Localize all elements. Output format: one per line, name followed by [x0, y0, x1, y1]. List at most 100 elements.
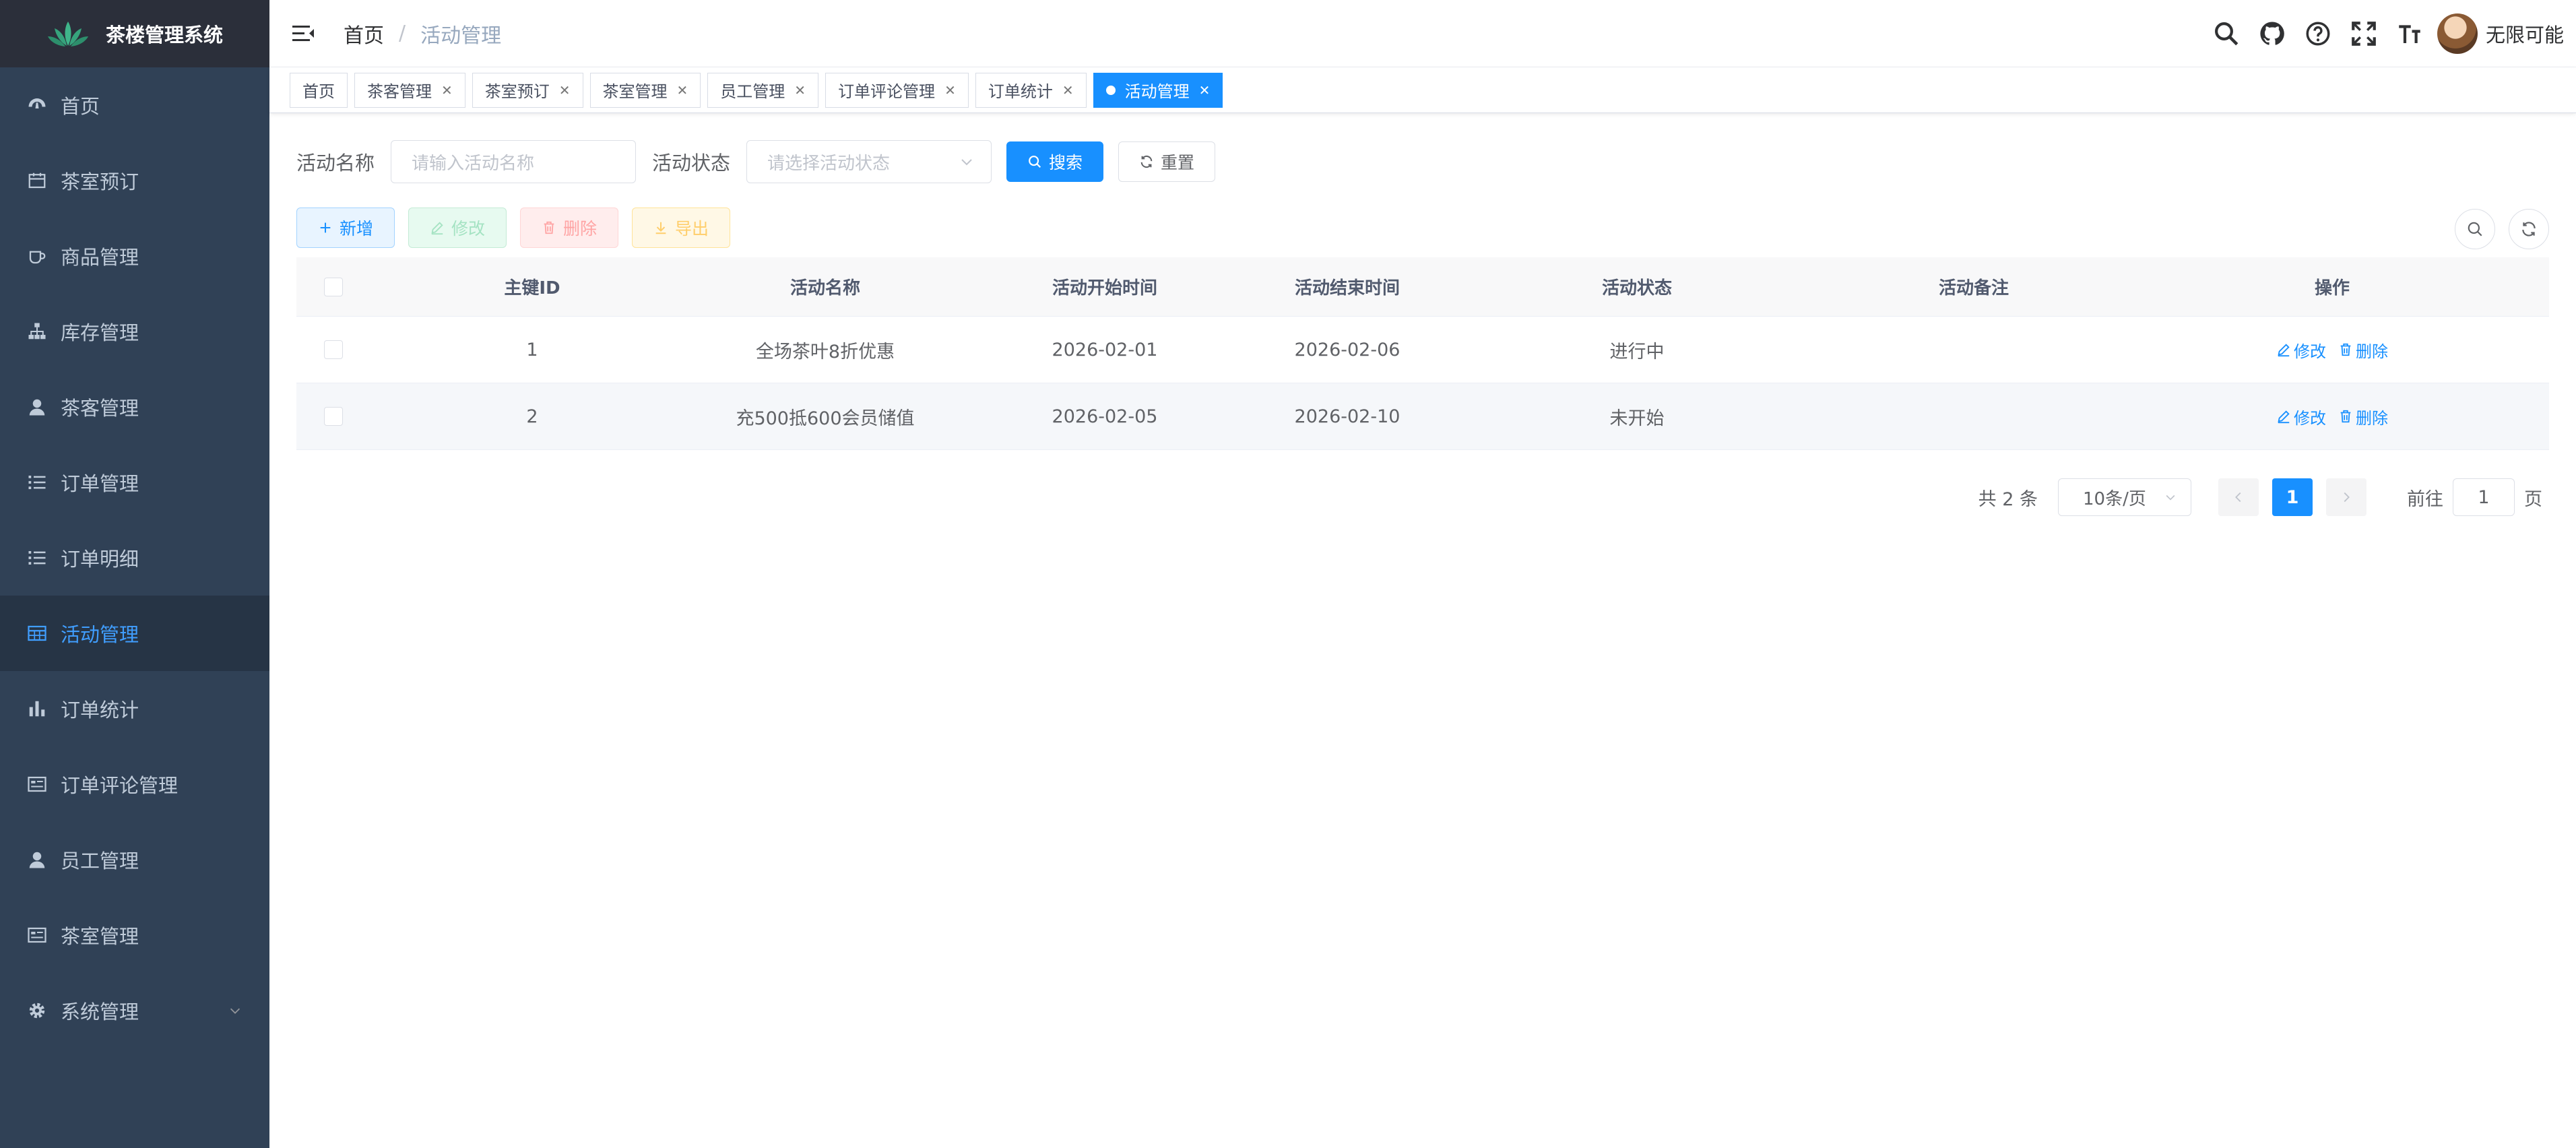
- goto-label: 前往: [2407, 488, 2443, 510]
- search-button[interactable]: 搜索: [1006, 141, 1104, 182]
- sidebar-item-label: 活动管理: [61, 623, 139, 646]
- add-button[interactable]: 新增: [296, 208, 395, 248]
- close-icon[interactable]: ✕: [1199, 82, 1211, 98]
- sidebar-item-order-details[interactable]: 订单明细: [0, 520, 269, 596]
- row-edit-link[interactable]: 修改: [2276, 338, 2326, 362]
- tag-label: 员工管理: [720, 82, 785, 101]
- refresh-icon: [1140, 155, 1153, 168]
- tag-staff[interactable]: 员工管理 ✕: [707, 72, 819, 108]
- tag-home[interactable]: 首页: [290, 72, 348, 108]
- sidebar-item-system[interactable]: 系统管理: [0, 973, 269, 1048]
- close-icon[interactable]: ✕: [441, 82, 453, 98]
- edit-button-label: 修改: [451, 219, 485, 238]
- sidebar-item-home[interactable]: 首页: [0, 67, 269, 143]
- font-size-icon[interactable]: [2395, 20, 2424, 48]
- sidebar-item-orders[interactable]: 订单管理: [0, 445, 269, 520]
- breadcrumb-home[interactable]: 首页: [344, 19, 384, 49]
- activity-status-select[interactable]: 请选择活动状态: [746, 140, 992, 183]
- activity-table: 主键ID 活动名称 活动开始时间 活动结束时间 活动状态 活动备注 操作 1 全…: [296, 257, 2549, 450]
- delete-button[interactable]: 删除: [520, 208, 618, 248]
- tag-order-stats[interactable]: 订单统计 ✕: [975, 72, 1087, 108]
- tag-room-booking[interactable]: 茶室预订 ✕: [472, 72, 583, 108]
- page-number-current[interactable]: 1: [2272, 478, 2313, 516]
- close-icon[interactable]: ✕: [944, 82, 956, 98]
- sidebar-item-room-booking[interactable]: 茶室预订: [0, 143, 269, 218]
- select-all-checkbox[interactable]: [324, 277, 343, 296]
- close-icon[interactable]: ✕: [794, 82, 806, 98]
- fullscreen-icon[interactable]: [2350, 20, 2378, 48]
- sidebar-item-label: 茶室预订: [61, 170, 139, 193]
- tag-activities[interactable]: 活动管理 ✕: [1093, 72, 1223, 108]
- tag-label: 首页: [302, 82, 335, 101]
- chevron-down-icon: [961, 159, 972, 166]
- activity-name-input[interactable]: 请输入活动名称: [391, 140, 637, 183]
- reset-button[interactable]: 重置: [1118, 141, 1216, 182]
- row-delete-link[interactable]: 删除: [2338, 405, 2388, 428]
- tag-customers[interactable]: 茶客管理 ✕: [354, 72, 465, 108]
- goto-page-input[interactable]: 1: [2453, 478, 2515, 516]
- search-button-label: 搜索: [1049, 153, 1083, 172]
- row-delete-label: 删除: [2356, 342, 2388, 361]
- refresh-button[interactable]: [2509, 209, 2549, 249]
- sidebar-item-activities[interactable]: 活动管理: [0, 596, 269, 671]
- close-icon[interactable]: ✕: [559, 82, 571, 98]
- trash-icon: [544, 221, 554, 234]
- trash-icon: [2340, 343, 2351, 356]
- sidebar-item-inventory[interactable]: 库存管理: [0, 294, 269, 369]
- edit-button[interactable]: 修改: [408, 208, 507, 248]
- gear-icon: [27, 1000, 47, 1021]
- search-icon[interactable]: [2212, 20, 2241, 48]
- chevron-down-icon: [230, 1008, 240, 1014]
- close-icon[interactable]: ✕: [1062, 82, 1074, 98]
- export-button[interactable]: 导出: [632, 208, 730, 248]
- page-size-value: 10条/页: [2083, 488, 2146, 509]
- sidebar-item-order-comments[interactable]: 订单评论管理: [0, 746, 269, 822]
- cell-id: 1: [526, 339, 538, 360]
- download-icon: [655, 222, 666, 234]
- user-name[interactable]: 无限可能: [2486, 20, 2564, 48]
- sidebar-logo[interactable]: 茶楼管理系统: [0, 0, 269, 67]
- avatar[interactable]: [2437, 13, 2478, 54]
- hamburger-icon[interactable]: [290, 20, 317, 47]
- column-header-status: 活动状态: [1601, 278, 1672, 298]
- row-checkbox[interactable]: [324, 407, 343, 426]
- tag-label: 订单评论管理: [838, 82, 936, 101]
- close-icon[interactable]: ✕: [677, 82, 688, 98]
- sidebar-item-label: 订单明细: [61, 548, 139, 571]
- goto-page-value: 1: [2478, 486, 2490, 508]
- calendar-icon: [27, 170, 47, 191]
- select-all-cell: [296, 277, 371, 296]
- cell-status: 未开始: [1609, 408, 1665, 429]
- column-header-remark: 活动备注: [1938, 278, 2009, 298]
- tag-order-comments[interactable]: 订单评论管理 ✕: [825, 72, 969, 108]
- sidebar-item-customers[interactable]: 茶客管理: [0, 369, 269, 445]
- tag-label: 茶客管理: [367, 82, 432, 101]
- row-delete-link[interactable]: 删除: [2338, 338, 2388, 362]
- row-edit-link[interactable]: 修改: [2276, 405, 2326, 428]
- table-row: 2 充500抵600会员储值 2026-02-05 2026-02-10 未开始…: [296, 383, 2549, 450]
- cell-end: 2026-02-06: [1294, 339, 1400, 360]
- github-icon[interactable]: [2258, 20, 2286, 48]
- app-title: 茶楼管理系统: [105, 24, 223, 46]
- sidebar-item-order-stats[interactable]: 订单统计: [0, 671, 269, 746]
- page-size-select[interactable]: 10条/页: [2058, 478, 2191, 516]
- sidebar-item-staff[interactable]: 员工管理: [0, 822, 269, 897]
- sidebar-item-label: 茶客管理: [61, 397, 139, 420]
- tag-rooms[interactable]: 茶室管理 ✕: [589, 72, 701, 108]
- cell-name: 充500抵600会员储值: [736, 408, 915, 429]
- page-suffix-label: 页: [2524, 488, 2542, 510]
- toggle-search-button[interactable]: [2455, 209, 2495, 249]
- breadcrumb-separator: /: [399, 22, 406, 45]
- tag-label: 茶室管理: [602, 82, 668, 101]
- next-page-button[interactable]: [2326, 478, 2366, 516]
- row-checkbox[interactable]: [324, 340, 343, 359]
- help-icon[interactable]: [2304, 20, 2332, 48]
- column-header-id: 主键ID: [504, 278, 560, 298]
- sidebar-item-goods[interactable]: 商品管理: [0, 218, 269, 294]
- column-header-ops: 操作: [2314, 278, 2350, 298]
- prev-page-button[interactable]: [2218, 478, 2259, 516]
- cup-icon: [27, 246, 47, 266]
- form-icon: [27, 925, 47, 945]
- trash-icon: [2340, 410, 2351, 423]
- sidebar-item-rooms[interactable]: 茶室管理: [0, 897, 269, 973]
